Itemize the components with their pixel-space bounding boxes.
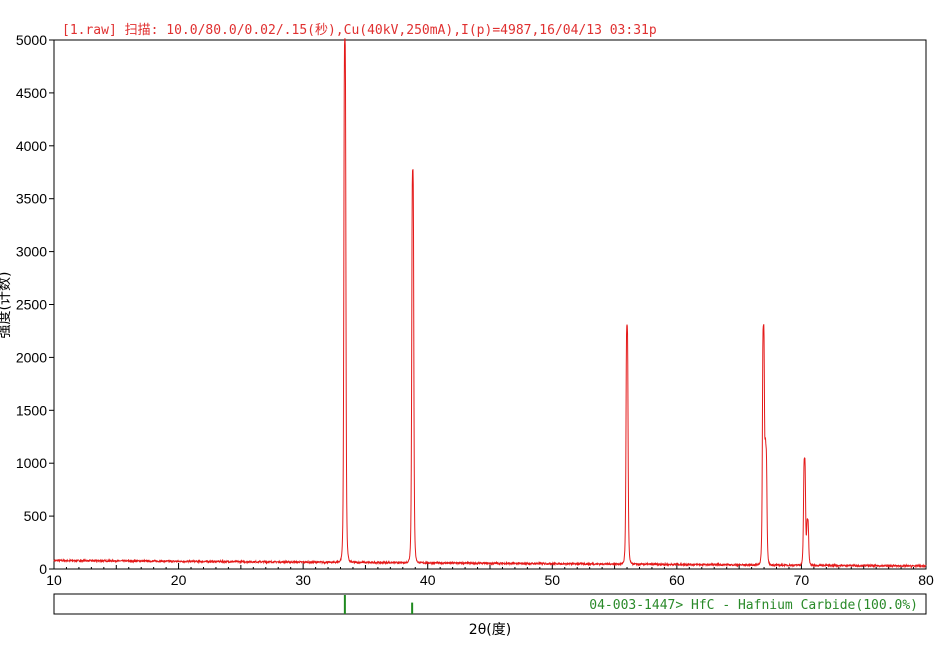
x-axis-ticks: 10 20 30 40 50 60 70 80 [46, 563, 934, 588]
x-tick-label: 30 [295, 572, 311, 588]
x-tick-label: 70 [794, 572, 810, 588]
x-tick-label: 10 [46, 572, 62, 588]
y-tick-label: 1500 [16, 402, 47, 418]
diffraction-pattern-line [53, 38, 927, 569]
x-tick-label: 20 [171, 572, 187, 588]
y-tick-label: 500 [24, 508, 48, 524]
y-tick-label: 4500 [16, 85, 47, 101]
y-tick-label: 1000 [16, 455, 47, 471]
plot-frame [53, 39, 927, 570]
y-tick-label: 2500 [16, 297, 47, 313]
x-tick-label: 60 [669, 572, 685, 588]
x-tick-label: 50 [544, 572, 560, 588]
y-axis-ticks: 0500100015002000250030003500400045005000 [16, 32, 54, 577]
y-tick-label: 3500 [16, 191, 47, 207]
y-tick-label: 2000 [16, 349, 47, 365]
scan-info-header: [1.raw] 扫描: 10.0/80.0/0.02/.15(秒),Cu(40k… [62, 23, 657, 38]
y-tick-label: 4000 [16, 138, 47, 154]
y-tick-label: 5000 [16, 32, 47, 48]
y-axis-title: 强度(计数) [0, 272, 13, 339]
xrd-chart: [1.raw] 扫描: 10.0/80.0/0.02/.15(秒),Cu(40k… [0, 23, 934, 638]
reference-sticks [343, 595, 414, 614]
x-tick-label: 40 [420, 572, 436, 588]
reference-label: 04-003-1447> HfC - Hafnium Carbide(100.0… [589, 598, 918, 613]
x-tick-label: 80 [918, 572, 934, 588]
x-axis-title: 2θ(度) [469, 622, 511, 638]
y-tick-label: 3000 [16, 244, 47, 260]
